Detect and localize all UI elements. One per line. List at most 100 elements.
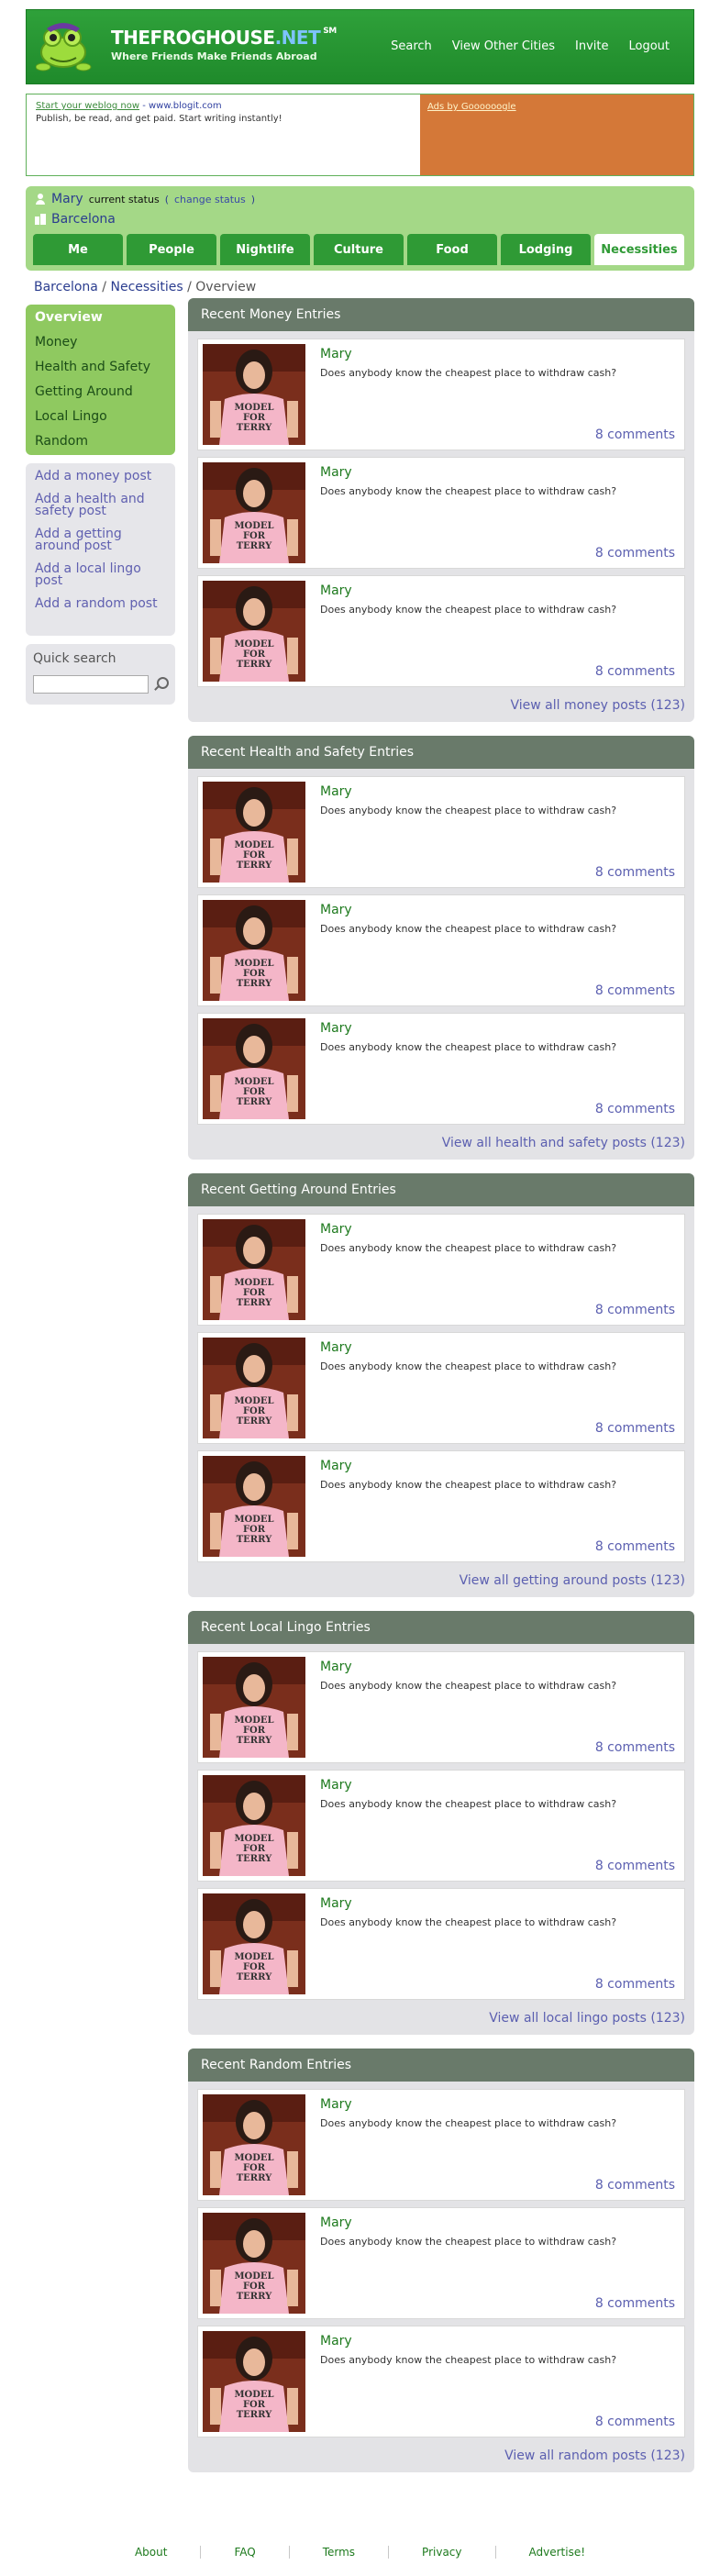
entry-card[interactable]: MODEL FOR TERRY Mary Does anybody know the c… [197, 575, 685, 687]
tab-culture[interactable]: Culture [314, 234, 404, 265]
entry-thumbnail[interactable]: MODEL FOR TERRY [203, 462, 305, 563]
add-getting-around-post-link[interactable]: Add a getting around post [35, 527, 166, 552]
entry-comments-link[interactable]: 8 comments [595, 546, 675, 561]
entry-comments-link[interactable]: 8 comments [595, 1102, 675, 1116]
entry-text[interactable]: Does anybody know the cheapest place to … [320, 2354, 616, 2366]
entry-comments-link[interactable]: 8 comments [595, 1859, 675, 1873]
city-name[interactable]: Barcelona [51, 212, 116, 227]
entry-author[interactable]: Mary [320, 784, 352, 799]
entry-author[interactable]: Mary [320, 1660, 352, 1674]
footer-about-link[interactable]: About [102, 2546, 200, 2559]
sidebar-item-money[interactable]: Money [26, 331, 175, 356]
entry-text[interactable]: Does anybody know the cheapest place to … [320, 604, 616, 616]
entry-card[interactable]: MODEL FOR TERRY Mary Does anybody know the c… [197, 1013, 685, 1125]
view-all-link[interactable]: View all money posts (123) [510, 698, 685, 713]
sidebar-item-local-lingo[interactable]: Local Lingo [26, 405, 175, 430]
entry-card[interactable]: MODEL FOR TERRY Mary Does anybody know the c… [197, 2089, 685, 2201]
entry-comments-link[interactable]: 8 comments [595, 2178, 675, 2193]
entry-author[interactable]: Mary [320, 465, 352, 480]
ad-link[interactable]: Start your weblog now [36, 101, 139, 111]
entry-text[interactable]: Does anybody know the cheapest place to … [320, 1479, 616, 1491]
ads-by-link[interactable]: Ads by Goooooogle [427, 102, 516, 112]
entry-author[interactable]: Mary [320, 1459, 352, 1473]
entry-comments-link[interactable]: 8 comments [595, 664, 675, 679]
nav-invite-link[interactable]: Invite [575, 39, 608, 53]
entry-thumbnail[interactable]: MODEL FOR TERRY [203, 1893, 305, 1994]
entry-card[interactable]: MODEL FOR TERRY Mary Does anybody know the c… [197, 776, 685, 888]
nav-logout-link[interactable]: Logout [628, 39, 670, 53]
view-all-link[interactable]: View all random posts (123) [504, 2448, 685, 2463]
entry-text[interactable]: Does anybody know the cheapest place to … [320, 1041, 616, 1053]
nav-view-other-cities-link[interactable]: View Other Cities [452, 39, 555, 53]
entry-comments-link[interactable]: 8 comments [595, 1740, 675, 1755]
view-all-link[interactable]: View all getting around posts (123) [460, 1573, 685, 1588]
sidebar-item-overview[interactable]: Overview [26, 306, 175, 331]
add-health-safety-post-link[interactable]: Add a health and safety post [35, 493, 166, 517]
breadcrumb-section[interactable]: Necessities [110, 280, 183, 294]
tab-food[interactable]: Food [407, 234, 497, 265]
add-money-post-link[interactable]: Add a money post [35, 470, 166, 483]
entry-text[interactable]: Does anybody know the cheapest place to … [320, 805, 616, 816]
breadcrumb-city[interactable]: Barcelona [34, 280, 98, 294]
entry-author[interactable]: Mary [320, 1896, 352, 1911]
entry-card[interactable]: MODEL FOR TERRY Mary Does anybody know the c… [197, 1651, 685, 1763]
ad-url[interactable]: - www.blogit.com [142, 101, 221, 111]
entry-text[interactable]: Does anybody know the cheapest place to … [320, 485, 616, 497]
entry-thumbnail[interactable]: MODEL FOR TERRY [203, 2094, 305, 2195]
entry-card[interactable]: MODEL FOR TERRY Mary Does anybody know the c… [197, 894, 685, 1006]
entry-thumbnail[interactable]: MODEL FOR TERRY [203, 900, 305, 1001]
tab-nightlife[interactable]: Nightlife [220, 234, 310, 265]
entry-card[interactable]: MODEL FOR TERRY Mary Does anybody know the c… [197, 1214, 685, 1326]
entry-thumbnail[interactable]: MODEL FOR TERRY [203, 344, 305, 445]
entry-comments-link[interactable]: 8 comments [595, 427, 675, 442]
footer-terms-link[interactable]: Terms [288, 2546, 388, 2559]
entry-thumbnail[interactable]: MODEL FOR TERRY [203, 1456, 305, 1557]
entry-comments-link[interactable]: 8 comments [595, 1303, 675, 1317]
entry-thumbnail[interactable]: MODEL FOR TERRY [203, 2331, 305, 2432]
entry-author[interactable]: Mary [320, 347, 352, 361]
change-status-link[interactable]: change status [174, 194, 246, 205]
footer-faq-link[interactable]: FAQ [200, 2546, 288, 2559]
sidebar-item-random[interactable]: Random [26, 430, 175, 455]
entry-author[interactable]: Mary [320, 2215, 352, 2230]
entry-comments-link[interactable]: 8 comments [595, 1539, 675, 1554]
add-random-post-link[interactable]: Add a random post [35, 597, 166, 610]
entry-thumbnail[interactable]: MODEL FOR TERRY [203, 1338, 305, 1438]
entry-comments-link[interactable]: 8 comments [595, 865, 675, 880]
frog-logo-icon[interactable] [35, 17, 96, 76]
search-icon[interactable] [152, 675, 169, 694]
footer-privacy-link[interactable]: Privacy [388, 2546, 494, 2559]
view-all-link[interactable]: View all local lingo posts (123) [489, 2011, 685, 2026]
entry-thumbnail[interactable]: MODEL FOR TERRY [203, 581, 305, 682]
entry-author[interactable]: Mary [320, 903, 352, 917]
entry-comments-link[interactable]: 8 comments [595, 2296, 675, 2311]
entry-author[interactable]: Mary [320, 2334, 352, 2348]
entry-text[interactable]: Does anybody know the cheapest place to … [320, 2117, 616, 2129]
tab-people[interactable]: People [127, 234, 216, 265]
entry-card[interactable]: MODEL FOR TERRY Mary Does anybody know the c… [197, 339, 685, 450]
entry-card[interactable]: MODEL FOR TERRY Mary Does anybody know the c… [197, 2326, 685, 2437]
entry-text[interactable]: Does anybody know the cheapest place to … [320, 1798, 616, 1810]
entry-text[interactable]: Does anybody know the cheapest place to … [320, 1360, 616, 1372]
entry-text[interactable]: Does anybody know the cheapest place to … [320, 1242, 616, 1254]
entry-card[interactable]: MODEL FOR TERRY Mary Does anybody know the c… [197, 2207, 685, 2319]
entry-text[interactable]: Does anybody know the cheapest place to … [320, 923, 616, 935]
sidebar-item-getting-around[interactable]: Getting Around [26, 381, 175, 405]
entry-thumbnail[interactable]: MODEL FOR TERRY [203, 1018, 305, 1119]
footer-advertise-link[interactable]: Advertise! [494, 2546, 619, 2559]
entry-card[interactable]: MODEL FOR TERRY Mary Does anybody know the c… [197, 457, 685, 569]
entry-thumbnail[interactable]: MODEL FOR TERRY [203, 1657, 305, 1758]
entry-card[interactable]: MODEL FOR TERRY Mary Does anybody know the c… [197, 1332, 685, 1444]
entry-comments-link[interactable]: 8 comments [595, 1977, 675, 1992]
brand[interactable]: THEFROGHOUSE.NET SM Where Friends Make Fr… [111, 27, 337, 62]
entry-author[interactable]: Mary [320, 1222, 352, 1237]
sidebar-item-health-safety[interactable]: Health and Safety [26, 356, 175, 381]
entry-author[interactable]: Mary [320, 1778, 352, 1793]
tab-necessities[interactable]: Necessities [594, 234, 684, 265]
entry-text[interactable]: Does anybody know the cheapest place to … [320, 367, 616, 379]
entry-author[interactable]: Mary [320, 2097, 352, 2112]
tab-me[interactable]: Me [33, 234, 123, 265]
entry-author[interactable]: Mary [320, 1340, 352, 1355]
entry-comments-link[interactable]: 8 comments [595, 2415, 675, 2429]
entry-thumbnail[interactable]: MODEL FOR TERRY [203, 1219, 305, 1320]
